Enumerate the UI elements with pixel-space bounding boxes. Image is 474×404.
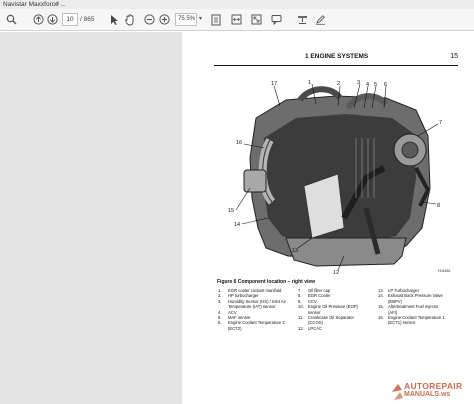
- page-down-icon[interactable]: [46, 12, 59, 27]
- callout-label: 16: [236, 140, 242, 146]
- page-total-label: / 865: [80, 16, 95, 23]
- watermark-text: AUTOREPAIR: [404, 381, 463, 391]
- zoom-in-icon[interactable]: [158, 12, 171, 27]
- callout-label: 13: [292, 248, 298, 254]
- toolbar: 10 / 865 75.5% ▾: [0, 9, 474, 31]
- legend-item: 10. Engine Oil Pressure (EOP) sensor: [298, 304, 359, 315]
- callout-label: 6: [384, 82, 387, 88]
- callout-label: 8: [437, 203, 440, 209]
- highlight-icon[interactable]: [296, 12, 309, 27]
- engine-figure: 17 1 2 3 4 5 6 7 8 16 15 14 12 13: [228, 80, 442, 274]
- zoom-level-select[interactable]: 75.5%: [175, 13, 197, 26]
- select-cursor-icon[interactable]: [108, 12, 120, 27]
- callout-label: 1: [308, 80, 311, 86]
- callout-label: 12: [333, 270, 339, 274]
- legend-item: 16. Engine Coolant Temperature 1 (ECT1) s…: [378, 315, 445, 326]
- callout-label: 3: [357, 80, 360, 86]
- figure-code: H04486: [438, 269, 451, 273]
- zoom-out-icon[interactable]: [143, 12, 156, 27]
- search-icon[interactable]: [4, 12, 18, 27]
- comment-icon[interactable]: [270, 12, 283, 27]
- callout-label: 17: [271, 81, 277, 87]
- callout-label: 7: [439, 120, 442, 126]
- legend-item: 3. Humidity Sensor (HS) / Inlet Air Tempe…: [218, 298, 286, 310]
- fit-page-icon[interactable]: [210, 12, 222, 27]
- legend-item: 6. Engine Coolant Temperature 2 (ECT2): [218, 320, 285, 331]
- callout-label: 14: [234, 222, 240, 228]
- legend-item: 14. Exhaust Back Pressure Valve (EBPV): [378, 293, 443, 304]
- callout-label: 15: [228, 208, 234, 214]
- full-screen-icon[interactable]: [250, 12, 263, 27]
- chevron-down-icon[interactable]: ▾: [199, 13, 206, 26]
- legend-item: 12. LPCAC: [298, 325, 322, 331]
- page-up-icon[interactable]: [32, 12, 45, 27]
- callout-label: 2: [337, 81, 340, 87]
- viewer-background: [0, 32, 182, 404]
- fit-width-icon[interactable]: [230, 12, 243, 27]
- page-number: 15: [450, 53, 458, 60]
- figure-caption: Figure 6 Component location – right view: [217, 279, 316, 285]
- callout-label: 4: [366, 82, 369, 88]
- page-number-input[interactable]: 10: [62, 13, 78, 26]
- watermark-text: MANUALS.ws: [404, 391, 451, 398]
- chapter-title: 1 ENGINE SYSTEMS: [305, 53, 369, 60]
- callout-label: 5: [374, 82, 377, 88]
- legend-item: 15. Aftertreatment Fuel Injector (AFI): [378, 304, 439, 315]
- page-header: 1 ENGINE SYSTEMS 15: [214, 52, 458, 66]
- hand-tool-icon[interactable]: [124, 12, 136, 27]
- close-tab-icon[interactable]: ×: [56, 0, 60, 9]
- sign-icon[interactable]: [314, 12, 327, 27]
- legend-item: 11. Crankcase Oil Separator (CCOS): [298, 315, 354, 326]
- title-bar: Navistar Maxxforce ... ×: [0, 0, 474, 9]
